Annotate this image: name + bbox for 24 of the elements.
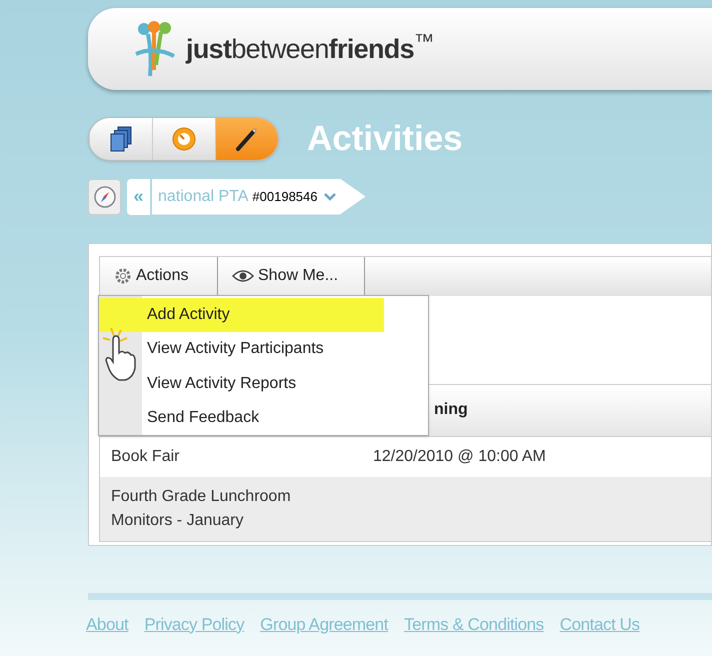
pages-icon [110, 126, 132, 152]
logo-text: justbetweenfriends$^{™}$ [186, 30, 434, 66]
compass-icon [94, 186, 116, 208]
eye-icon [232, 269, 254, 283]
menu-item[interactable]: View Activity Participants [99, 332, 428, 366]
compass-button[interactable] [88, 178, 121, 214]
toolbar-tab[interactable]: Actions [100, 256, 218, 296]
clock-icon [171, 126, 197, 152]
group-selector[interactable]: national PTA #00198546 [152, 178, 366, 214]
mode-button[interactable] [215, 118, 278, 160]
menu-item[interactable]: Send Feedback [99, 401, 428, 436]
page-title: Activities [307, 118, 463, 160]
table-cell-text: Book Fair [111, 446, 180, 466]
toolbar-tab[interactable]: Show Me... [218, 256, 365, 296]
gear-icon [114, 267, 132, 285]
menu-item[interactable]: View Activity Reports [99, 366, 428, 401]
menu-item[interactable]: Add Activity [99, 298, 384, 332]
chevron-down-icon [324, 192, 336, 200]
column-heading: ning [434, 400, 468, 420]
logo-icon [134, 20, 178, 78]
group-number: #00198546 [252, 188, 318, 206]
table-cell-text: 12/20/2010 @ 10:00 AM [373, 446, 546, 466]
group-name: national PTA [158, 186, 248, 206]
table-cell-text: Fourth Grade Lunchroom Monitors - January [111, 486, 292, 530]
